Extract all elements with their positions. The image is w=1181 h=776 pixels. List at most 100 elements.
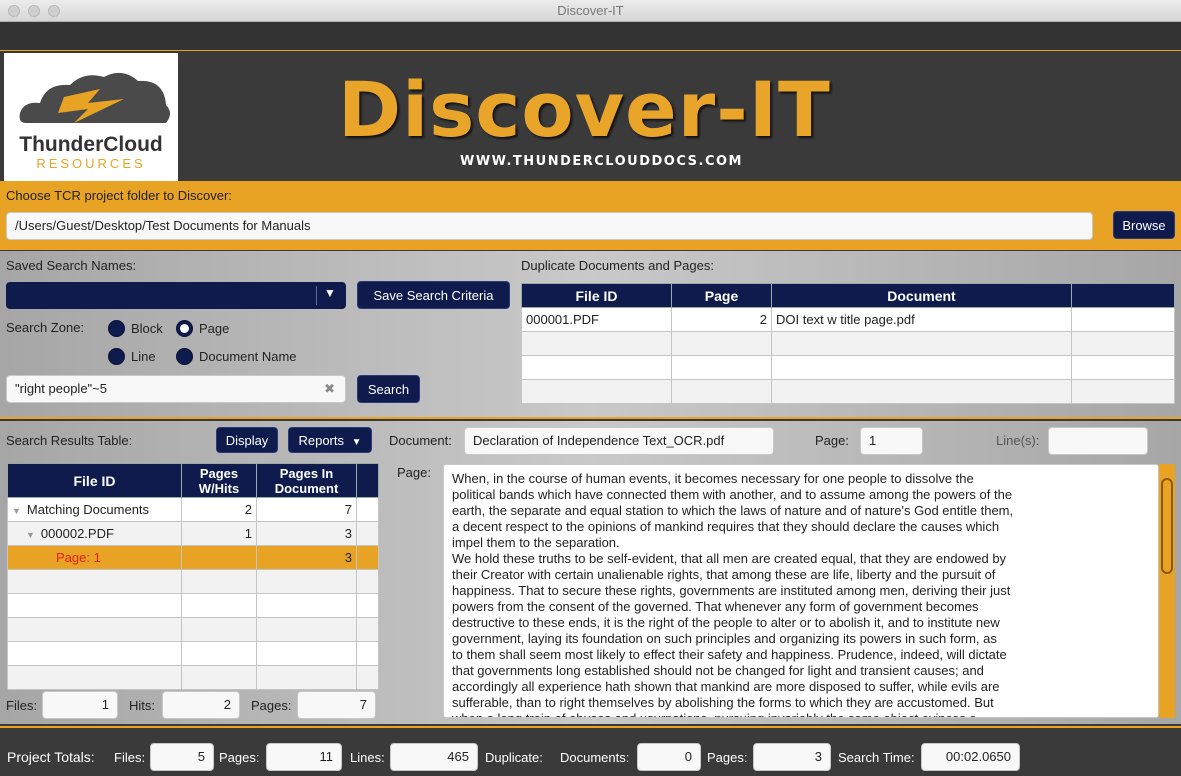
page-text-line: that governments long established should…	[452, 663, 984, 678]
search-results-table: File ID Pages W/Hits Pages In Document ▼…	[7, 463, 379, 690]
document-name-field[interactable]: Declaration of Independence Text_OCR.pdf	[464, 427, 774, 455]
duplicates-label: Duplicate Documents and Pages:	[521, 258, 714, 273]
display-button[interactable]: Display	[216, 427, 278, 453]
close-window-button[interactable]	[8, 5, 20, 17]
lines-field[interactable]	[1048, 427, 1148, 455]
project-folder-section: Choose TCR project folder to Discover: /…	[0, 182, 1181, 250]
expand-caret-icon[interactable]: ▼	[26, 530, 35, 540]
zone-line-label: Line	[131, 349, 156, 364]
page-text-line: happiness. That to secure these rights, …	[452, 583, 1011, 598]
page-text-line: government, laying its foundation on suc…	[452, 631, 997, 646]
folder-label: Choose TCR project folder to Discover:	[6, 188, 232, 203]
page-number-field[interactable]: 1	[860, 427, 923, 455]
dup-col-file-id[interactable]: File ID	[521, 283, 672, 308]
minimize-window-button[interactable]	[28, 5, 40, 17]
page-text-line: to them shall seem most likely to effect…	[452, 647, 1007, 662]
search-query-input[interactable]: "right people"~5 ✖	[6, 375, 346, 403]
res-row-hits: 2	[181, 497, 257, 522]
res-row-name: Page: 1	[7, 545, 182, 570]
res-row-pages: 3	[256, 521, 357, 546]
page-text-line: When, in the course of human events, it …	[452, 471, 974, 486]
pages-count-field: 7	[297, 691, 376, 719]
page-text-line: earth, the separate and equal station to…	[452, 503, 1014, 518]
scrollbar-thumb[interactable]	[1161, 478, 1173, 574]
totals-pages-field: 11	[266, 743, 342, 771]
table-row	[521, 379, 1175, 404]
page-label: Page:	[815, 433, 849, 448]
page-text-line: sufferable, than to right themselves by …	[452, 695, 994, 710]
dup-col-page[interactable]: Page	[671, 283, 772, 308]
res-col-file-id[interactable]: File ID	[7, 463, 182, 498]
totals-documents-label: Documents:	[560, 750, 630, 765]
top-strip	[0, 22, 1181, 50]
dup-file-id: 000001.PDF	[521, 307, 672, 332]
res-row-pages: 7	[256, 497, 357, 522]
totals-dup-pages-field: 3	[753, 743, 831, 771]
results-table-label: Search Results Table:	[6, 433, 133, 448]
clear-search-icon[interactable]: ✖	[324, 376, 335, 402]
totals-duplicate-label: Duplicate:	[485, 750, 543, 765]
table-row-selected[interactable]: Page: 1 3	[7, 545, 379, 570]
res-col-pages-doc[interactable]: Pages In Document	[256, 463, 357, 498]
totals-lines-label: Lines:	[350, 750, 385, 765]
page-text-line: their Creator with certain unalienable r…	[452, 567, 996, 582]
table-row[interactable]: ▼ 000002.PDF 1 3	[7, 521, 379, 546]
zone-document-name-radio[interactable]	[176, 348, 193, 365]
dup-col-extra	[1071, 283, 1175, 308]
folder-path-field[interactable]: /Users/Guest/Desktop/Test Documents for …	[6, 212, 1093, 240]
totals-lines-field: 465	[390, 743, 478, 771]
dup-document: DOI text w title page.pdf	[771, 307, 1072, 332]
saved-search-label: Saved Search Names:	[6, 258, 137, 273]
website-url: WWW.THUNDERCLOUDDOCS.COM	[460, 154, 743, 169]
lines-label: Line(s):	[996, 433, 1040, 448]
dup-extra	[1071, 307, 1175, 332]
page-text-line: accordingly all experience hath shown th…	[452, 679, 1000, 694]
hits-label: Hits:	[129, 698, 155, 713]
zone-page-radio[interactable]	[176, 320, 193, 337]
zone-document-name-label: Document Name	[199, 349, 297, 364]
banner: ThunderCloud RESOURCES Discover-IT WWW.T…	[0, 50, 1181, 182]
res-row-name: Matching Documents	[26, 502, 150, 517]
files-label: Files:	[6, 698, 38, 713]
browse-button[interactable]: Browse	[1113, 211, 1175, 239]
res-row-hits	[181, 545, 257, 570]
zone-block-radio[interactable]	[108, 320, 125, 337]
logo-subtitle: RESOURCES	[36, 156, 146, 171]
saved-search-select[interactable]: ▼	[6, 282, 346, 309]
hits-count-field: 2	[162, 691, 240, 719]
duplicates-table: File ID Page Document 000001.PDF 2 DOI t…	[521, 283, 1175, 404]
thundercloud-logo: ThunderCloud RESOURCES	[4, 53, 178, 181]
window-title-bar: Discover-IT	[0, 0, 1181, 22]
table-row	[7, 665, 379, 690]
zone-line-radio[interactable]	[108, 348, 125, 365]
files-count-field: 1	[42, 691, 118, 719]
page-text-line: impel them to the separation.	[452, 535, 620, 550]
search-time-field: 00:02.0650	[921, 743, 1020, 771]
search-time-label: Search Time:	[838, 750, 915, 765]
page-text-line: a decent respect to the opinions of mank…	[452, 519, 1000, 534]
table-row	[521, 331, 1175, 356]
table-row[interactable]: ▼ Matching Documents 2 7	[7, 497, 379, 522]
res-col-extra	[356, 463, 379, 498]
save-search-criteria-button[interactable]: Save Search Criteria	[357, 281, 510, 309]
app-title: Discover-IT	[338, 65, 831, 154]
totals-files-field: 5	[150, 743, 214, 771]
logo-brand: ThunderCloud	[19, 133, 163, 156]
page-text-label: Page:	[397, 465, 431, 480]
expand-caret-icon[interactable]: ▼	[12, 506, 21, 516]
search-button[interactable]: Search	[357, 375, 420, 403]
table-row[interactable]: 000001.PDF 2 DOI text w title page.pdf	[521, 307, 1175, 332]
reports-button[interactable]: Reports ▼	[288, 427, 372, 453]
res-col-pages-hits[interactable]: Pages W/Hits	[181, 463, 257, 498]
totals-label: Project Totals:	[7, 749, 95, 765]
zone-page-label: Page	[199, 321, 230, 336]
project-totals-bar: Project Totals: Files: 5 Pages: 11 Lines…	[0, 726, 1181, 776]
dup-col-document[interactable]: Document	[771, 283, 1072, 308]
totals-pages-label: Pages:	[219, 750, 260, 765]
zoom-window-button[interactable]	[48, 5, 60, 17]
page-text-area[interactable]: When, in the course of human events, it …	[443, 464, 1159, 718]
page-text-line: We hold these truths to be self-evident,…	[452, 551, 1007, 566]
table-row	[7, 593, 379, 618]
page-text-line: destructive to these ends, it is the rig…	[452, 615, 1000, 630]
table-row	[7, 569, 379, 594]
